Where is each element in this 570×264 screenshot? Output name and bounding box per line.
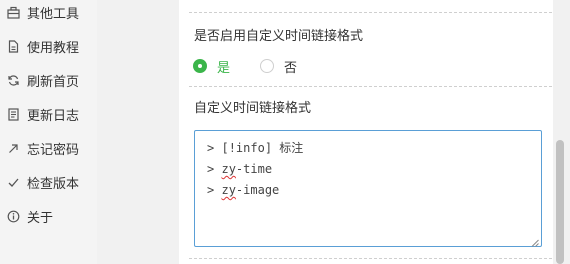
sidebar-item-other-tools[interactable]: 其他工具 (7, 2, 79, 22)
quote-marker: > (207, 183, 215, 197)
log-icon (7, 107, 20, 121)
scrollbar-thumb[interactable] (556, 140, 564, 264)
custom-format-textarea[interactable]: > [!info] 标注 > zy-time > zy-image (194, 130, 542, 247)
textarea-line: > zy-time (207, 160, 529, 181)
sidebar-item-label: 忘记密码 (27, 142, 80, 158)
radio-no[interactable]: 否 (260, 57, 297, 76)
sidebar-item-check-version[interactable]: 检查版本 (7, 172, 79, 192)
sidebar-item-forgot-password[interactable]: 忘记密码 (7, 138, 79, 158)
enable-custom-format-label: 是否启用自定义时间链接格式 (194, 29, 364, 44)
radio-no-label: 否 (284, 60, 298, 76)
sidebar-item-label: 使用教程 (27, 40, 80, 56)
sidebar-item-label: 更新日志 (27, 108, 80, 124)
radio-unchecked-indicator (260, 59, 275, 73)
toolbox-icon (7, 6, 20, 19)
textarea-line: > [!info] 标注 (207, 139, 529, 160)
sidebar: 其他工具 使用教程 刷新首页 更新日志 忘记密码 检查版本 关于 (0, 0, 97, 264)
custom-format-label: 自定义时间链接格式 (194, 101, 312, 116)
sidebar-item-changelog[interactable]: 更新日志 (7, 104, 79, 124)
enable-custom-format-radio-group: 是 否 (193, 56, 297, 76)
divider (189, 12, 552, 13)
info-icon (7, 210, 20, 223)
arrow-up-right-icon (7, 142, 20, 155)
textarea-line-rest: -time (235, 162, 273, 176)
quote-marker: > (207, 162, 215, 176)
radio-checked-indicator (193, 59, 207, 73)
sidebar-item-about[interactable]: 关于 (7, 206, 53, 226)
textarea-line-text: [!info] 标注 (221, 141, 304, 155)
sidebar-item-label: 刷新首页 (27, 74, 80, 90)
document-icon (7, 39, 20, 53)
textarea-line: > zy-image (207, 181, 529, 202)
resize-handle-icon[interactable] (531, 236, 539, 247)
sidebar-item-label: 检查版本 (27, 176, 80, 192)
divider (189, 258, 552, 259)
sidebar-item-label: 关于 (27, 210, 54, 226)
settings-panel: 是否启用自定义时间链接格式 是 否 自定义时间链接格式 > [!info] 标注… (179, 0, 553, 264)
divider (189, 86, 552, 87)
sidebar-item-refresh-home[interactable]: 刷新首页 (7, 70, 79, 90)
sidebar-item-tutorial[interactable]: 使用教程 (7, 36, 79, 56)
checkmark-icon (7, 176, 20, 189)
radio-yes[interactable]: 是 (193, 57, 230, 76)
quote-marker: > (207, 141, 215, 155)
refresh-icon (7, 74, 20, 87)
textarea-line-rest: -image (235, 183, 280, 197)
misspelled-word: zy (221, 183, 236, 197)
misspelled-word: zy (221, 162, 236, 176)
content-gutter (97, 0, 179, 264)
radio-yes-label: 是 (217, 60, 231, 76)
sidebar-item-label: 其他工具 (27, 6, 80, 22)
